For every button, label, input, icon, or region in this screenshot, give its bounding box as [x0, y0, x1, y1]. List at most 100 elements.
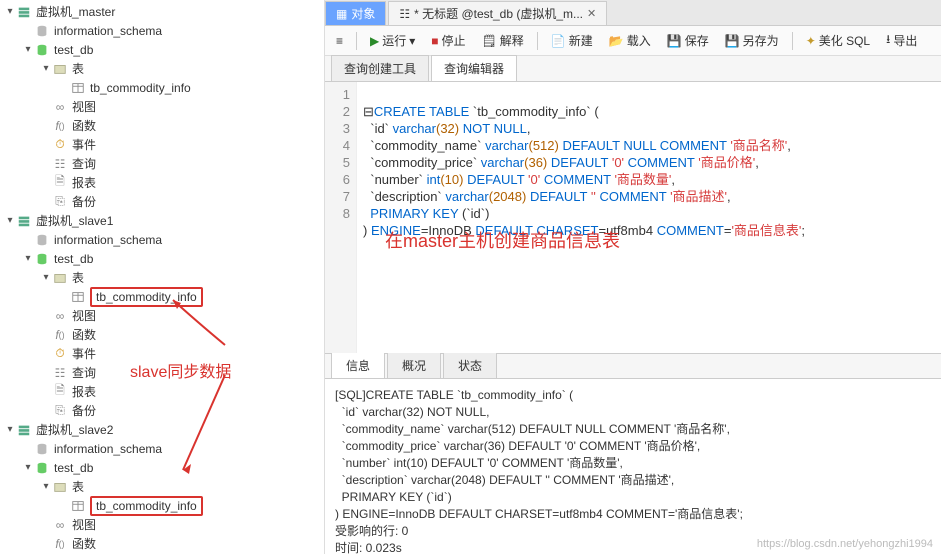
- table-icon: [70, 499, 86, 513]
- tree-node[interactable]: ▾虚拟机_master: [0, 2, 324, 21]
- tree-node[interactable]: ∞ 视图: [0, 306, 324, 325]
- expand-arrow-icon[interactable]: ▾: [40, 63, 52, 74]
- stop-button[interactable]: ■停止: [426, 30, 470, 51]
- tree-node-label: 视图: [72, 307, 96, 324]
- expand-arrow-icon[interactable]: ▾: [22, 253, 34, 264]
- msgtab-info[interactable]: 信息: [331, 352, 385, 378]
- tree-node[interactable]: ∞视图: [0, 515, 324, 534]
- chevron-down-icon: ▾: [409, 34, 415, 48]
- db-grey-icon: [34, 233, 50, 247]
- tree-node[interactable]: ▾ test_db: [0, 458, 324, 477]
- export-button[interactable]: ⭳导出: [881, 28, 922, 53]
- table-icon: [70, 81, 86, 95]
- explain-button[interactable]: 🗒解释: [477, 30, 529, 51]
- tree-node[interactable]: ⎘备份: [0, 401, 324, 420]
- view-icon: ∞: [52, 309, 68, 323]
- tree-node[interactable]: ⎘ 备份: [0, 192, 324, 211]
- close-icon[interactable]: ✕: [587, 7, 596, 20]
- msgtab-status[interactable]: 状态: [443, 352, 497, 378]
- tree-node-label: 视图: [72, 98, 96, 115]
- save-button[interactable]: 💾保存: [662, 30, 714, 51]
- expand-arrow-icon[interactable]: ▾: [22, 44, 34, 55]
- tree-node[interactable]: ∞视图: [0, 97, 324, 116]
- tree-node[interactable]: information_schema: [0, 439, 324, 458]
- connection-tree[interactable]: ▾虚拟机_masterinformation_schema▾test_db▾表t…: [0, 0, 325, 554]
- tree-node[interactable]: f()函数: [0, 534, 324, 553]
- tree-node-label: 函数: [72, 117, 96, 134]
- document-tabs: ▦对象 ☷* 无标题 @test_db (虚拟机_m...✕: [325, 0, 941, 26]
- tree-node[interactable]: ▾表: [0, 268, 324, 287]
- toolbar: ≡ ▶运行▾ ■停止 🗒解释 📄新建 📂载入 💾保存 💾另存为 ✦美化 SQL …: [325, 26, 941, 56]
- tree-node[interactable]: tb_commodity_info: [0, 496, 324, 515]
- tree-node[interactable]: f()函数: [0, 116, 324, 135]
- watermark: https://blog.csdn.net/yehongzhi1994: [757, 538, 933, 550]
- menu-button[interactable]: ≡: [331, 32, 348, 50]
- tree-node-label: 报表: [72, 174, 96, 191]
- expand-arrow-icon[interactable]: ▾: [40, 481, 52, 492]
- fn-icon: f(): [52, 328, 68, 342]
- tree-node[interactable]: information_schema: [0, 21, 324, 40]
- tree-node-label: 事件: [72, 136, 96, 153]
- event-icon: ⏱: [52, 138, 68, 152]
- subtab-editor[interactable]: 查询编辑器: [431, 55, 517, 81]
- tree-node-label: 表: [72, 478, 84, 495]
- tree-node[interactable]: ⏱ 事件: [0, 135, 324, 154]
- new-button[interactable]: 📄新建: [546, 30, 598, 51]
- stop-icon: ■: [431, 34, 438, 48]
- query-icon: ☷: [399, 7, 410, 21]
- report-icon: 🗎: [52, 176, 68, 190]
- expand-arrow-icon[interactable]: ▾: [40, 272, 52, 283]
- tree-node[interactable]: ▾ test_db: [0, 249, 324, 268]
- saveas-icon: 💾: [725, 34, 740, 48]
- tree-node[interactable]: ▾ 虚拟机_slave2: [0, 420, 324, 439]
- tree-node[interactable]: tb_commodity_info: [0, 287, 324, 306]
- saveas-button[interactable]: 💾另存为: [720, 30, 784, 51]
- expand-arrow-icon[interactable]: ▾: [4, 215, 16, 226]
- tree-node-label: 虚拟机_slave2: [36, 421, 113, 438]
- sql-editor[interactable]: 12345678 ⊟CREATE TABLE `tb_commodity_inf…: [325, 82, 941, 353]
- tree-node[interactable]: tb_commodity_info: [0, 78, 324, 97]
- tree-node[interactable]: ▾ test_db: [0, 40, 324, 59]
- tree-node[interactable]: f()函数: [0, 325, 324, 344]
- load-button[interactable]: 📂载入: [604, 30, 656, 51]
- tree-node[interactable]: 🗎 报表: [0, 173, 324, 192]
- expand-arrow-icon[interactable]: ▾: [4, 424, 16, 435]
- msgtab-profile[interactable]: 概况: [387, 352, 441, 378]
- load-icon: 📂: [609, 34, 624, 48]
- db-grey-icon: [34, 442, 50, 456]
- tree-node[interactable]: information_schema: [0, 230, 324, 249]
- tree-node-label: 查询: [72, 364, 96, 381]
- tree-node-label: 函数: [72, 535, 96, 552]
- db-icon: [34, 252, 50, 266]
- expand-arrow-icon[interactable]: ▾: [4, 6, 16, 17]
- tree-node-label: 备份: [72, 402, 96, 419]
- tree-node-label: tb_commodity_info: [90, 290, 203, 304]
- tree-node[interactable]: ▾ 虚拟机_slave1: [0, 211, 324, 230]
- expand-arrow-icon[interactable]: ▾: [22, 462, 34, 473]
- tab-query[interactable]: ☷* 无标题 @test_db (虚拟机_m...✕: [388, 1, 607, 25]
- beautify-button[interactable]: ✦美化 SQL: [801, 30, 875, 51]
- tree-node-label: 备份: [72, 193, 96, 210]
- backup-icon: ⎘: [52, 195, 68, 209]
- grid-icon: ▦: [336, 7, 347, 21]
- tree-node[interactable]: ▾表: [0, 59, 324, 78]
- conn-icon: [16, 423, 32, 437]
- tree-node[interactable]: 🗎报表: [0, 382, 324, 401]
- tree-node-label: test_db: [54, 252, 93, 266]
- fold-icon[interactable]: ⊟: [363, 104, 374, 119]
- play-icon: ▶: [370, 34, 379, 48]
- tree-node[interactable]: ☷查询: [0, 154, 324, 173]
- code-area[interactable]: ⊟CREATE TABLE `tb_commodity_info` ( `id`…: [357, 82, 941, 353]
- new-icon: 📄: [551, 34, 566, 48]
- folder-icon: [52, 62, 68, 76]
- tree-node-label: test_db: [54, 43, 93, 57]
- subtab-builder[interactable]: 查询创建工具: [331, 55, 429, 81]
- tab-objects[interactable]: ▦对象: [325, 1, 386, 25]
- run-button[interactable]: ▶运行▾: [365, 30, 420, 51]
- tree-node-label: 虚拟机_slave1: [36, 212, 113, 229]
- tree-node[interactable]: ▾表: [0, 477, 324, 496]
- tree-node-label: test_db: [54, 461, 93, 475]
- tree-node-label: information_schema: [54, 24, 162, 38]
- message-tabs: 信息 概况 状态: [325, 353, 941, 379]
- tree-node-label: 查询: [72, 155, 96, 172]
